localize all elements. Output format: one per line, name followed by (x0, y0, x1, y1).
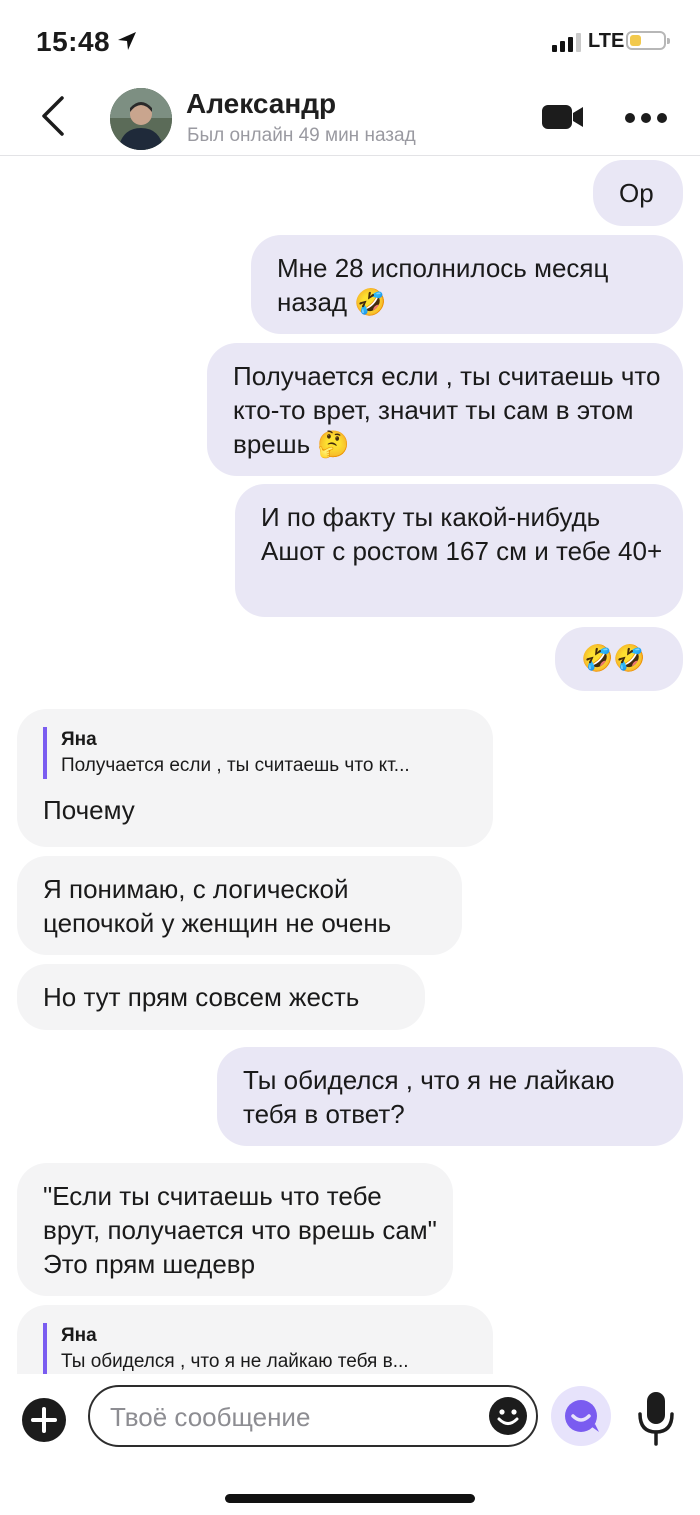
message-composer (0, 1374, 700, 1515)
message-bubble-outgoing[interactable]: И по факту ты какой-нибудь Ашот с ростом… (235, 484, 683, 617)
reply-quote[interactable]: Яна Получается если , ты считаешь что кт… (43, 727, 473, 779)
assistant-button[interactable] (551, 1386, 611, 1446)
assistant-icon (565, 1400, 599, 1432)
add-attachment-button[interactable] (22, 1398, 66, 1442)
message-bubble-outgoing[interactable]: Мне 28 исполнилось месяц назад 🤣 (251, 235, 683, 334)
message-bubble-outgoing[interactable]: 🤣🤣 (555, 627, 683, 691)
rofl-emoji: 🤣🤣 (581, 644, 646, 674)
message-bubble-incoming[interactable]: Яна Получается если , ты считаешь что кт… (17, 709, 493, 847)
microphone-icon[interactable] (634, 1390, 678, 1446)
message-bubble-incoming[interactable]: "Если ты считаешь что тебе врут, получае… (17, 1163, 453, 1296)
message-bubble-outgoing[interactable]: Получается если , ты считаешь что кто-то… (207, 343, 683, 476)
contact-status: Был онлайн 49 мин назад (187, 125, 416, 146)
reply-text: Получается если , ты считаешь что кт... (61, 755, 410, 776)
message-input-box[interactable] (88, 1385, 538, 1447)
reply-text: Ты обиделся , что я не лайкаю тебя в... (61, 1351, 409, 1372)
reply-author: Яна (61, 729, 97, 750)
thinking-emoji: 🤔 (317, 430, 350, 460)
battery-icon (626, 31, 670, 50)
more-dots-icon[interactable] (622, 106, 670, 130)
avatar[interactable] (110, 88, 172, 150)
rofl-emoji: 🤣 (354, 288, 387, 318)
message-input[interactable] (108, 1397, 482, 1437)
message-bubble-incoming[interactable]: Я понимаю, с логической цепочкой у женщи… (17, 856, 462, 955)
message-bubble-incoming[interactable]: Яна Ты обиделся , что я не лайкаю тебя в… (17, 1305, 493, 1374)
plus-icon (31, 1407, 57, 1433)
video-camera-icon[interactable] (540, 102, 586, 132)
message-bubble-outgoing[interactable]: Ты обиделся , что я не лайкаю тебя в отв… (217, 1047, 683, 1146)
status-time: 15:48 (36, 26, 111, 57)
status-bar: 15:48 LTE (0, 0, 700, 80)
chat-header: Александр Был онлайн 49 мин назад (0, 80, 700, 156)
reply-quote[interactable]: Яна Ты обиделся , что я не лайкаю тебя в… (43, 1323, 473, 1374)
network-type: LTE (588, 30, 625, 52)
signal-strength-icon (552, 32, 582, 52)
message-list[interactable]: Ор Мне 28 исполнилось месяц назад 🤣 Полу… (0, 156, 700, 1374)
message-bubble-incoming[interactable]: Но тут прям совсем жесть (17, 964, 425, 1030)
home-indicator (225, 1494, 475, 1503)
smile-icon[interactable] (488, 1396, 528, 1436)
reply-author: Яна (61, 1325, 97, 1346)
location-arrow-icon (118, 32, 136, 50)
message-bubble-outgoing[interactable]: Ор (593, 160, 683, 226)
back-chevron-icon[interactable] (34, 94, 74, 138)
battery-fill (630, 35, 641, 46)
contact-name[interactable]: Александр (186, 88, 336, 120)
